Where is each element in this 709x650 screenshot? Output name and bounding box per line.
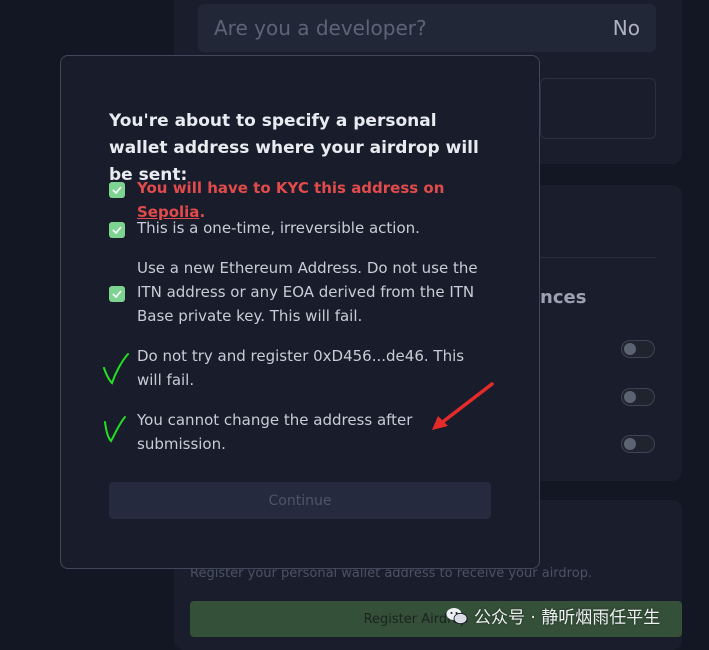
handwritten-check-icon: [103, 353, 129, 385]
kyc-warning-text: You will have to KYC this address on: [137, 179, 445, 197]
developer-answer-value: No: [612, 16, 640, 40]
preference-toggle-3[interactable]: [621, 435, 655, 453]
wallet-confirmation-modal: You're about to specify a personal walle…: [60, 55, 540, 569]
new-address-item: Use a new Ethereum Address. Do not use t…: [137, 259, 478, 325]
wechat-watermark: 公众号 · 静听烟雨任平生: [446, 603, 660, 628]
developer-question-label: Are you a developer?: [214, 16, 427, 40]
check-icon: [109, 182, 125, 198]
check-icon: [109, 286, 125, 302]
developer-question-field[interactable]: Are you a developer? No: [198, 4, 656, 52]
handwritten-check-icon: [104, 416, 126, 443]
wechat-icon: [446, 607, 468, 624]
watermark-text: 公众号 · 静听烟雨任平生: [474, 608, 661, 628]
continue-button[interactable]: Continue: [109, 482, 491, 519]
preference-toggle-2[interactable]: [621, 388, 655, 406]
irreversible-item: This is a one-time, irreversible action.: [137, 219, 420, 237]
red-arrow-annotation: [432, 382, 494, 430]
background-input-field[interactable]: [540, 78, 656, 139]
background-section-heading: nces: [540, 287, 587, 308]
check-icon: [109, 222, 125, 238]
background-divider: [540, 257, 656, 258]
preference-toggle-1[interactable]: [621, 340, 655, 358]
